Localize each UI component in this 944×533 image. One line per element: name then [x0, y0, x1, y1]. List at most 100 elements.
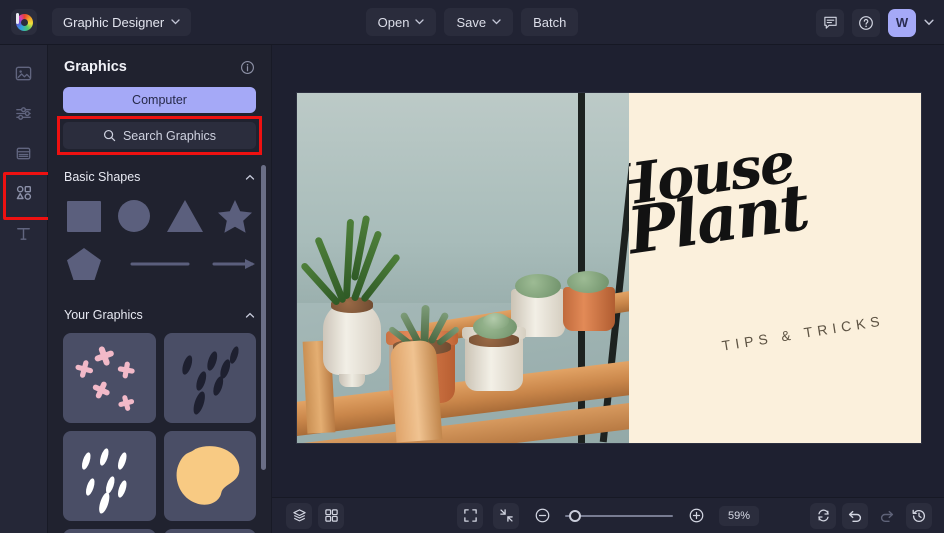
reset-icon — [816, 508, 831, 523]
history-controls — [810, 502, 932, 529]
graphic-thumb-tan-blob[interactable] — [163, 431, 256, 521]
zoom-slider[interactable] — [565, 509, 673, 522]
artboard-photo — [297, 93, 629, 443]
pentagon-shape[interactable] — [60, 241, 108, 287]
section-basic-shapes-header[interactable]: Basic Shapes — [48, 167, 271, 187]
artboard-headline[interactable]: House Plant — [629, 129, 812, 269]
basic-shapes-grid — [48, 187, 271, 287]
section-your-graphics-title: Your Graphics — [64, 308, 143, 322]
open-label: Open — [377, 14, 410, 30]
info-circle-icon[interactable] — [240, 60, 255, 75]
top-toolbar: Graphic Designer Open Save Batch W — [0, 0, 944, 45]
graphic-thumb-dark-dashes[interactable] — [163, 333, 256, 423]
graphic-thumb-pink-crosses[interactable] — [63, 333, 156, 423]
chevron-down-icon — [171, 19, 180, 25]
zoom-out-icon — [534, 507, 551, 524]
brand-logo-icon — [11, 9, 37, 35]
zoom-slider-handle[interactable] — [569, 509, 581, 522]
photo-pot-terra-2 — [563, 287, 615, 331]
graphic-thumb-tan-blob-2[interactable] — [63, 529, 156, 533]
adjustments-icon — [14, 104, 33, 123]
redo-button[interactable] — [874, 503, 900, 529]
history-icon — [911, 508, 927, 524]
chevron-up-icon — [245, 174, 255, 181]
panel-title: Graphics — [64, 59, 127, 75]
save-label: Save — [456, 14, 487, 30]
square-shape[interactable] — [60, 193, 108, 239]
user-avatar[interactable]: W — [888, 8, 916, 37]
feedback-button[interactable] — [816, 8, 844, 37]
reset-button[interactable] — [810, 502, 836, 529]
graphic-thumb-white-dashes[interactable] — [63, 431, 156, 521]
triangle-shape[interactable] — [161, 193, 209, 239]
line-shape[interactable] — [110, 241, 209, 287]
open-button[interactable]: Open — [365, 8, 437, 36]
canvas-area[interactable]: House Plant TIPS & TRICKS — [272, 45, 944, 497]
batch-button[interactable]: Batch — [521, 8, 579, 36]
rail-item-text[interactable] — [8, 217, 40, 249]
zoom-in-icon — [688, 507, 705, 524]
photo-pot-white-2 — [462, 327, 526, 391]
chevron-down-icon — [415, 19, 425, 25]
rail-item-graphics[interactable] — [2, 172, 51, 220]
document-type-label: Graphic Designer — [63, 14, 165, 30]
photo-succulent-4 — [567, 271, 609, 293]
rail-item-image[interactable] — [8, 57, 40, 89]
top-right-actions: W — [816, 0, 934, 45]
rail-item-adjust[interactable] — [8, 97, 40, 129]
arrow-shape[interactable] — [211, 241, 259, 287]
redo-icon — [879, 508, 895, 524]
zoom-out-button[interactable] — [529, 503, 555, 529]
layers-panel-icon — [14, 144, 33, 163]
text-icon — [14, 224, 33, 243]
circle-shape[interactable] — [110, 193, 158, 239]
artboard[interactable]: House Plant TIPS & TRICKS — [297, 93, 921, 443]
document-type-dropdown[interactable]: Graphic Designer — [52, 8, 192, 36]
brand-logo[interactable] — [0, 0, 48, 45]
shrink-to-fit-icon — [499, 508, 514, 523]
image-icon — [14, 64, 33, 83]
zoom-in-button[interactable] — [683, 503, 709, 529]
save-button[interactable]: Save — [444, 8, 514, 36]
fit-to-screen-button[interactable] — [457, 502, 483, 529]
section-your-graphics-header[interactable]: Your Graphics — [48, 305, 271, 325]
panel-scrollbar[interactable] — [261, 165, 266, 470]
help-button[interactable] — [852, 8, 880, 37]
graphics-panel: Graphics Computer Search Graphics Basic … — [48, 45, 272, 533]
batch-label: Batch — [533, 14, 567, 30]
star-shape[interactable] — [211, 193, 259, 239]
photo-fern — [299, 214, 402, 315]
search-icon — [103, 129, 116, 142]
chat-bubble-icon — [823, 15, 838, 30]
search-input[interactable]: Search Graphics — [63, 122, 256, 149]
photo-shelf-bracket — [389, 339, 443, 443]
your-graphics-grid — [48, 325, 271, 533]
logo-stem — [16, 13, 19, 24]
computer-source-button[interactable]: Computer — [63, 87, 256, 113]
user-menu-chevron-down-icon[interactable] — [924, 19, 934, 26]
app-root: Graphic Designer Open Save Batch W Graph… — [0, 0, 944, 533]
artboard-subline[interactable]: TIPS & TRICKS — [721, 312, 886, 354]
zoom-level-value[interactable]: 59% — [719, 505, 759, 526]
avatar-initial: W — [895, 15, 909, 30]
question-circle-icon — [858, 15, 874, 31]
top-center-actions: Open Save Batch — [365, 8, 579, 36]
grid-view-button[interactable] — [318, 502, 344, 529]
shapes-icon — [14, 183, 34, 203]
panel-header: Graphics — [48, 45, 271, 83]
search-graphics-highlight: Search Graphics — [57, 116, 262, 155]
undo-icon — [847, 508, 863, 524]
fit-to-screen-icon — [463, 508, 478, 523]
bottom-left-actions — [272, 502, 344, 529]
zoom-controls: 59% — [457, 502, 759, 529]
chevron-up-icon — [245, 312, 255, 319]
bottom-toolbar: 59% — [272, 497, 944, 533]
chevron-down-icon — [492, 19, 501, 25]
left-tool-rail — [0, 45, 51, 533]
rail-item-layers[interactable] — [8, 137, 40, 169]
layers-button[interactable] — [286, 502, 312, 529]
shrink-to-fit-button[interactable] — [493, 502, 519, 529]
graphic-thumb-orange-circle[interactable] — [163, 529, 256, 533]
undo-button[interactable] — [842, 502, 868, 529]
history-button[interactable] — [906, 502, 932, 529]
